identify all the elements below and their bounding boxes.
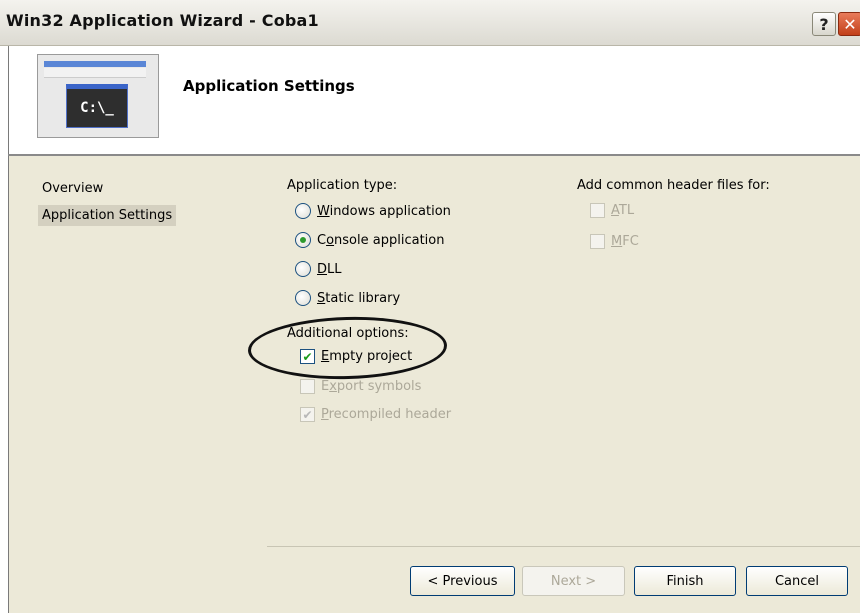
radio-button-selected[interactable] — [295, 232, 311, 248]
radio-label: Static library — [317, 290, 401, 306]
checkbox-disabled-checked — [300, 407, 315, 422]
checkbox-label: Precompiled header — [321, 407, 452, 422]
checkbox-label: MFC — [611, 234, 639, 249]
radio-label: Windows application — [317, 203, 451, 219]
checkbox-atl: ATL — [590, 203, 634, 218]
header-files-label: Add common header files for: — [577, 178, 770, 193]
checkbox-label: Export symbols — [321, 379, 422, 394]
wizard-header: C:\_ Application Settings — [8, 46, 860, 154]
window-title: Win32 Application Wizard - Coba1 — [6, 11, 319, 30]
checkbox-export-symbols: Export symbols — [300, 379, 421, 394]
nav-item-label: Overview — [42, 181, 104, 196]
finish-button[interactable]: Finish — [634, 566, 736, 596]
nav-item-label: Application Settings — [42, 208, 173, 223]
checkbox-label: ATL — [611, 203, 635, 218]
close-icon: ✕ — [843, 14, 857, 34]
wizard-nav-panel: Overview Application Settings — [8, 156, 267, 613]
checkbox-disabled — [300, 379, 315, 394]
hand-drawn-highlight-ellipse — [247, 314, 448, 382]
radio-dll[interactable]: DLL — [295, 261, 342, 277]
help-icon: ? — [819, 14, 829, 34]
console-app-icon: C:\_ — [37, 54, 159, 138]
checkbox-disabled — [590, 234, 605, 249]
next-button: Next > — [522, 566, 625, 596]
window-menu-graphic — [44, 68, 146, 78]
footer-divider — [267, 546, 860, 547]
radio-label: DLL — [317, 261, 342, 277]
settings-panel: Application type: Windows application Co… — [247, 156, 860, 613]
radio-static-library[interactable]: Static library — [295, 290, 400, 306]
close-button[interactable]: ✕ — [838, 12, 860, 36]
help-button[interactable]: ? — [812, 12, 836, 36]
radio-button[interactable] — [295, 203, 311, 219]
page-title: Application Settings — [183, 77, 355, 95]
radio-label: Console application — [317, 232, 445, 248]
radio-windows-application[interactable]: Windows application — [295, 203, 451, 219]
nav-item-overview[interactable]: Overview — [38, 178, 107, 199]
checkbox-disabled — [590, 203, 605, 218]
title-bar[interactable]: Win32 Application Wizard - Coba1 ? ✕ — [0, 0, 860, 46]
application-type-label: Application type: — [287, 178, 398, 193]
console-prompt-text: C:\_ — [80, 100, 114, 116]
radio-button[interactable] — [295, 261, 311, 277]
radio-console-application[interactable]: Console application — [295, 232, 444, 248]
cancel-button[interactable]: Cancel — [746, 566, 848, 596]
console-window-graphic: C:\_ — [66, 84, 128, 128]
checkbox-mfc: MFC — [590, 234, 639, 249]
radio-button[interactable] — [295, 290, 311, 306]
checkbox-precompiled-header: Precompiled header — [300, 407, 451, 422]
window-titlebar-graphic — [44, 61, 146, 67]
previous-button[interactable]: < Previous — [410, 566, 515, 596]
nav-item-application-settings[interactable]: Application Settings — [38, 205, 177, 226]
